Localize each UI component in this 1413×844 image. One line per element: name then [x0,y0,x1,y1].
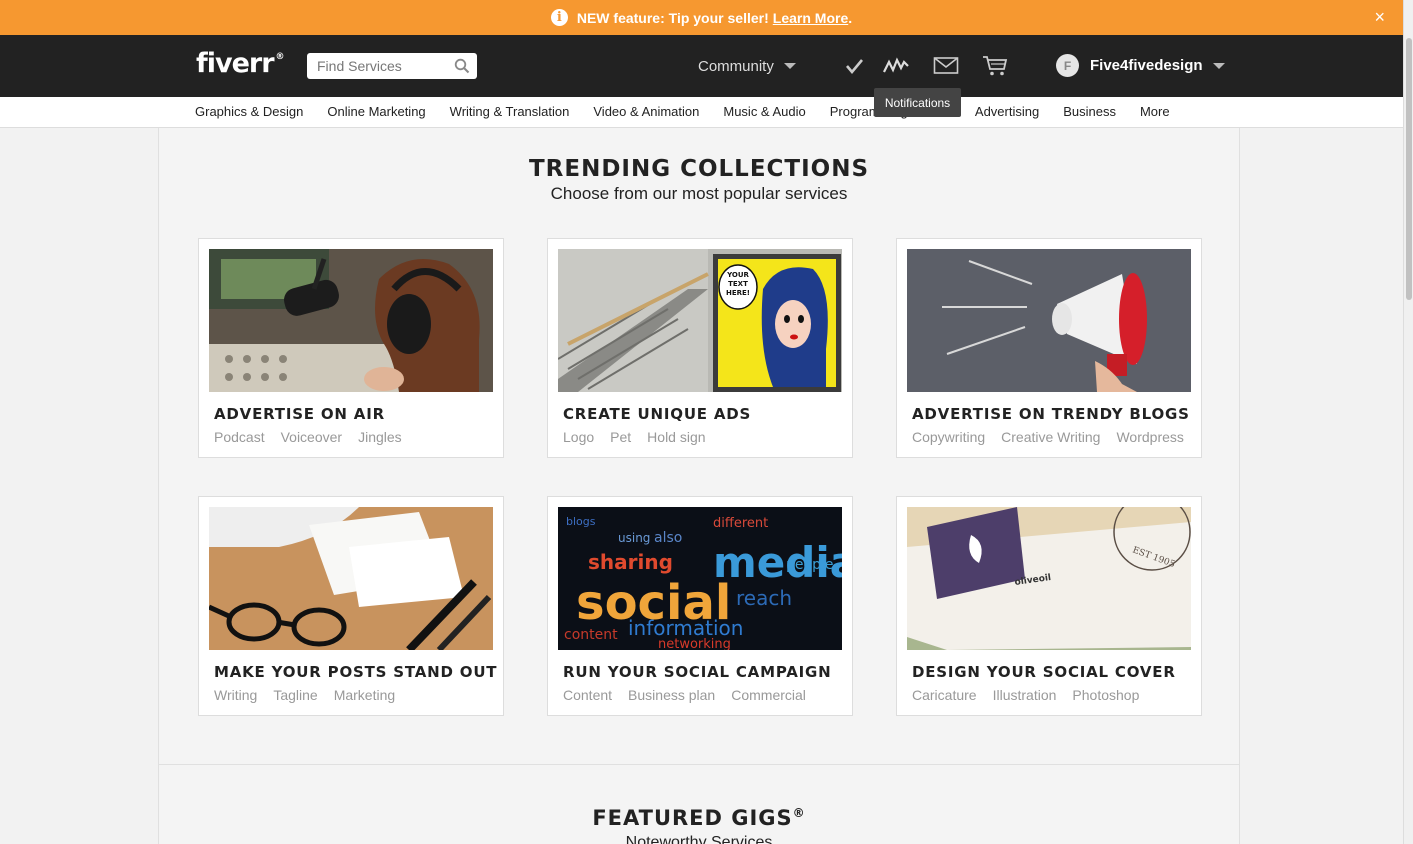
close-icon[interactable]: × [1374,7,1385,28]
card-tag[interactable]: Voiceover [281,429,342,445]
section-divider [159,764,1239,765]
category-graphics-design[interactable]: Graphics & Design [195,104,303,119]
card-image-billboard-poster: YOUR TEXT HERE! [558,249,842,392]
trending-title: TRENDING COLLECTIONS [528,156,870,182]
category-video-animation[interactable]: Video & Animation [593,104,699,119]
card-image-social-cover-mockup: EST 1905 oliveoil [907,507,1191,650]
scrollbar-thumb[interactable] [1406,38,1412,300]
card-image-megaphone [907,249,1191,392]
top-header: fiverr® Community F Five4fivedesign [0,35,1403,97]
card-tag[interactable]: Hold sign [647,429,705,445]
wordcloud-word: media [713,538,842,587]
card-tag[interactable]: Podcast [214,429,265,445]
info-icon: i [550,9,568,26]
community-menu[interactable]: Community [698,58,796,75]
card-tag[interactable]: Caricature [912,687,977,703]
collection-card-make-your-posts-stand-out[interactable]: MAKE YOUR POSTS STAND OUT Writing Taglin… [198,496,504,716]
card-title: CREATE UNIQUE ADS [563,405,752,423]
wordcloud-word: reach [736,586,792,610]
wordcloud-word: using [618,531,650,545]
checkmark-icon[interactable] [842,54,868,78]
poster-text-line: YOUR [726,271,749,279]
wordcloud-word: also [654,530,682,546]
chevron-down-icon [1212,62,1225,69]
card-image-desk-glasses [209,507,493,650]
notifications-tooltip: Notifications [874,88,961,117]
logo-text: fiverr [196,48,275,79]
card-tag[interactable]: Tagline [273,687,317,703]
card-tags: Copywriting Creative Writing Wordpress [912,429,1200,445]
collection-card-design-your-social-cover[interactable]: EST 1905 oliveoil DESIGN YOUR SOCIAL COV… [896,496,1202,716]
card-tag[interactable]: Pet [610,429,631,445]
wordcloud-word: networking [658,637,731,650]
featured-title-text: FEATURED GIGS [592,806,793,830]
card-tag[interactable]: Writing [214,687,257,703]
learn-more-link[interactable]: Learn More [773,10,848,26]
community-label: Community [698,58,774,75]
user-menu[interactable]: F Five4fivedesign [1056,54,1225,77]
logo-mark: ® [275,52,285,62]
search-icon[interactable] [454,58,470,74]
card-tag[interactable]: Wordpress [1116,429,1183,445]
collection-card-run-your-social-campaign[interactable]: blogs different using also sharing peopl… [547,496,853,716]
page-scrollbar[interactable] [1403,0,1413,844]
card-title: MAKE YOUR POSTS STAND OUT [214,663,498,681]
card-title: DESIGN YOUR SOCIAL COVER [912,663,1176,681]
card-tag[interactable]: Photoshop [1072,687,1139,703]
card-tag[interactable]: Content [563,687,612,703]
avatar: F [1056,54,1079,77]
category-online-marketing[interactable]: Online Marketing [327,104,425,119]
trending-subtitle: Choose from our most popular services [550,184,848,203]
card-title: RUN YOUR SOCIAL CAMPAIGN [563,663,832,681]
cart-icon[interactable] [982,54,1008,78]
chevron-down-icon [783,63,796,69]
card-tag[interactable]: Jingles [358,429,402,445]
category-writing-translation[interactable]: Writing & Translation [450,104,570,119]
search-box [307,53,477,79]
card-tag[interactable]: Copywriting [912,429,985,445]
card-tag[interactable]: Marketing [334,687,395,703]
collection-card-advertise-on-air[interactable]: ADVERTISE ON AIR Podcast Voiceover Jingl… [198,238,504,458]
card-tag[interactable]: Business plan [628,687,715,703]
card-tags: Writing Tagline Marketing [214,687,411,703]
main-content: TRENDING COLLECTIONS Choose from our mos… [158,128,1240,844]
wordcloud-word: different [713,516,768,531]
card-tags: Caricature Illustration Photoshop [912,687,1155,703]
category-nav: Graphics & Design Online Marketing Writi… [0,97,1403,128]
announcement-banner: i NEW feature: Tip your seller! Learn Mo… [0,0,1403,35]
card-title: ADVERTISE ON AIR [214,405,385,423]
card-title: ADVERTISE ON TRENDY BLOGS [912,405,1190,423]
category-business[interactable]: Business [1063,104,1116,119]
poster-text-line: HERE! [726,289,750,297]
notifications-icon[interactable] [883,54,909,78]
wordcloud-word: content [564,627,618,643]
featured-gigs-title: FEATURED GIGS® [159,806,1239,830]
username: Five4fivedesign [1090,57,1203,74]
category-music-audio[interactable]: Music & Audio [723,104,805,119]
featured-title-mark: ® [792,806,806,820]
wordcloud-word: sharing [588,550,673,574]
card-tags: Logo Pet Hold sign [563,429,722,445]
card-tags: Content Business plan Commercial [563,687,822,703]
collection-card-advertise-on-trendy-blogs[interactable]: ADVERTISE ON TRENDY BLOGS Copywriting Cr… [896,238,1202,458]
collection-card-create-unique-ads[interactable]: YOUR TEXT HERE! CREATE UNIQUE ADS Logo P… [547,238,853,458]
category-advertising[interactable]: Advertising [975,104,1039,119]
banner-period: . [848,9,853,26]
featured-gigs-subtitle: Noteworthy Services [625,834,773,844]
card-tag[interactable]: Commercial [731,687,806,703]
card-tag[interactable]: Illustration [993,687,1057,703]
card-tag[interactable]: Logo [563,429,594,445]
card-image-social-media-wordcloud: blogs different using also sharing peopl… [558,507,842,650]
card-image-radio-studio [209,249,493,392]
card-tag[interactable]: Creative Writing [1001,429,1100,445]
mail-icon[interactable] [933,54,959,78]
fiverr-logo[interactable]: fiverr ® [196,48,285,79]
banner-text: NEW feature: Tip your seller! [576,9,769,26]
category-more[interactable]: More [1140,104,1170,119]
poster-text-line: TEXT [728,280,748,288]
search-input[interactable] [307,53,447,79]
wordcloud-word: blogs [566,515,596,528]
card-tags: Podcast Voiceover Jingles [214,429,418,445]
